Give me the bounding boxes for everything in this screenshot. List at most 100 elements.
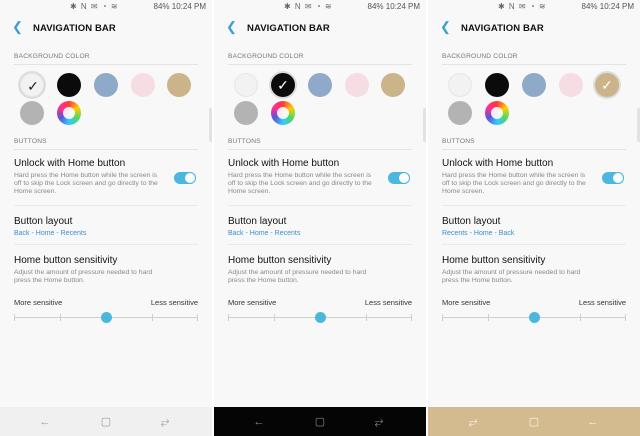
color-wheel-icon[interactable] <box>485 101 509 125</box>
toggle-knob <box>184 172 196 184</box>
slider-tick <box>442 314 443 321</box>
toggle-knob <box>612 172 624 184</box>
recents-icon[interactable]: ⥂ <box>158 415 172 429</box>
unlock-home-toggle[interactable] <box>174 172 196 184</box>
more-sensitive-label: More sensitive <box>442 298 491 307</box>
button-layout-title[interactable]: Button layout <box>442 216 500 227</box>
slider-tick <box>228 314 229 321</box>
section-label-buttons: BUTTONS <box>14 138 47 145</box>
section-label-background-color: BACKGROUND COLOR <box>228 53 304 60</box>
color-wheel-center <box>63 107 75 119</box>
sensitivity-slider-thumb[interactable] <box>100 312 112 323</box>
button-layout-value: Recents - Home - Back <box>442 230 515 237</box>
home-sensitivity-title: Home button sensitivity <box>14 255 118 266</box>
back-arrow-icon[interactable]: ❮ <box>12 20 24 34</box>
section-divider <box>14 149 198 150</box>
color-swatch-white[interactable]: ✓ <box>20 73 44 97</box>
color-swatch-gray[interactable] <box>20 101 44 125</box>
color-swatch-gold[interactable]: ✓ <box>595 73 619 97</box>
slider-tick <box>580 314 581 321</box>
row-divider <box>442 244 626 245</box>
section-label-background-color: BACKGROUND COLOR <box>442 53 518 60</box>
recents-icon[interactable]: ⥂ <box>372 415 386 429</box>
color-swatch-white[interactable] <box>234 73 258 97</box>
clock-text: 10:24 PM <box>599 2 634 11</box>
section-divider <box>228 64 412 65</box>
unlock-home-description: Hard press the Home button while the scr… <box>14 172 158 195</box>
page-title: NAVIGATION BAR <box>247 23 330 34</box>
home-icon[interactable]: ▢ <box>313 415 327 429</box>
row-divider <box>228 205 412 206</box>
more-sensitive-label: More sensitive <box>228 298 277 307</box>
back-arrow-icon[interactable]: ❮ <box>440 20 452 34</box>
color-swatch-gold[interactable] <box>381 73 405 97</box>
color-swatch-gray[interactable] <box>234 101 258 125</box>
slider-tick <box>625 314 626 321</box>
less-sensitive-label: Less sensitive <box>150 298 198 307</box>
sensitivity-slider-thumb[interactable] <box>528 312 540 323</box>
app-header: ❮ NAVIGATION BAR <box>214 16 426 40</box>
navigation-bar: ← ▢ ⥂ <box>0 407 212 436</box>
back-arrow-icon[interactable]: ❮ <box>226 20 238 34</box>
color-swatch-gray[interactable] <box>448 101 472 125</box>
app-header: ❮ NAVIGATION BAR <box>428 16 640 40</box>
color-wheel-icon[interactable] <box>271 101 295 125</box>
home-icon[interactable]: ▢ <box>99 415 113 429</box>
status-bar: ✱ N ✉ ◔ ≋ 84% 10:24 PM <box>214 0 426 14</box>
unlock-home-toggle[interactable] <box>602 172 624 184</box>
color-swatch-gold[interactable] <box>167 73 191 97</box>
page-title: NAVIGATION BAR <box>33 23 116 34</box>
color-swatch-black[interactable] <box>57 73 81 97</box>
home-sensitivity-description: Adjust the amount of pressure needed to … <box>442 269 581 284</box>
status-bar: ✱ N ✉ ◔ ≋ 84% 10:24 PM <box>428 0 640 14</box>
recents-icon[interactable]: ⥂ <box>466 415 480 429</box>
back-icon[interactable]: ← <box>38 415 52 429</box>
color-swatch-black[interactable] <box>485 73 509 97</box>
battery-text: 84% <box>367 2 384 11</box>
color-swatch-blue[interactable] <box>522 73 546 97</box>
page-title: NAVIGATION BAR <box>461 23 544 34</box>
edge-panel-handle[interactable] <box>209 108 212 142</box>
section-label-background-color: BACKGROUND COLOR <box>14 53 90 60</box>
section-divider <box>228 149 412 150</box>
toggle-knob <box>398 172 410 184</box>
slider-tick <box>197 314 198 321</box>
back-icon[interactable]: ← <box>586 415 600 429</box>
color-swatch-white[interactable] <box>448 73 472 97</box>
unlock-home-title[interactable]: Unlock with Home button <box>228 158 339 169</box>
sensitivity-slider-thumb[interactable] <box>314 312 326 323</box>
battery-text: 84% <box>581 2 598 11</box>
status-right: 84% 10:24 PM <box>368 2 421 11</box>
unlock-home-title[interactable]: Unlock with Home button <box>442 158 553 169</box>
home-sensitivity-title: Home button sensitivity <box>228 255 332 266</box>
button-layout-value: Back - Home - Recents <box>14 230 87 237</box>
screenshot-collage: ✱ N ✉ ◔ ≋ 84% 10:24 PM ❮ NAVIGATION BAR … <box>0 0 640 436</box>
slider-tick <box>60 314 61 321</box>
color-wheel-center <box>277 107 289 119</box>
edge-panel-handle[interactable] <box>423 108 426 142</box>
home-sensitivity-description: Adjust the amount of pressure needed to … <box>14 269 153 284</box>
slider-tick <box>411 314 412 321</box>
color-swatch-blue[interactable] <box>308 73 332 97</box>
less-sensitive-label: Less sensitive <box>578 298 626 307</box>
color-swatch-pink[interactable] <box>559 73 583 97</box>
color-swatch-pink[interactable] <box>131 73 155 97</box>
section-divider <box>14 64 198 65</box>
color-swatch-pink[interactable] <box>345 73 369 97</box>
button-layout-title[interactable]: Button layout <box>14 216 72 227</box>
color-swatch-blue[interactable] <box>94 73 118 97</box>
section-label-buttons: BUTTONS <box>228 138 261 145</box>
button-layout-title[interactable]: Button layout <box>228 216 286 227</box>
unlock-home-toggle[interactable] <box>388 172 410 184</box>
color-swatch-black[interactable]: ✓ <box>271 73 295 97</box>
home-sensitivity-title: Home button sensitivity <box>442 255 546 266</box>
color-wheel-icon[interactable] <box>57 101 81 125</box>
checkmark-icon: ✓ <box>277 77 289 93</box>
section-divider <box>442 64 626 65</box>
unlock-home-description: Hard press the Home button while the scr… <box>442 172 586 195</box>
row-divider <box>442 205 626 206</box>
back-icon[interactable]: ← <box>252 415 266 429</box>
home-icon[interactable]: ▢ <box>527 415 541 429</box>
navigation-bar: ⥂ ▢ ← <box>428 407 640 436</box>
unlock-home-title[interactable]: Unlock with Home button <box>14 158 125 169</box>
